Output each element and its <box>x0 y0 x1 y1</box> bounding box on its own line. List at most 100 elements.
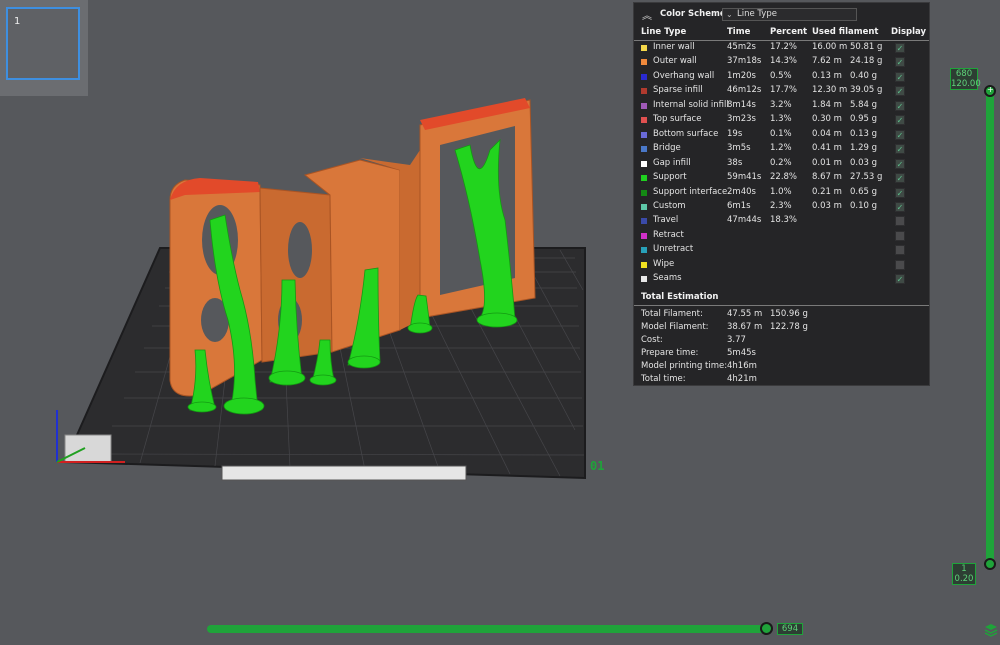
collapse-chevron-icon[interactable]: ︽ <box>642 7 652 22</box>
line-time: 47m44s <box>727 215 762 226</box>
color-swatch <box>641 117 647 124</box>
color-swatch <box>641 131 647 138</box>
line-type-name: Travel <box>653 215 679 226</box>
layer-slider-track[interactable] <box>986 88 994 566</box>
display-checkbox[interactable]: ✓ <box>895 115 905 126</box>
layer-slider-bottom-knob[interactable] <box>984 558 996 570</box>
line-weight: 24.18 g <box>850 56 883 67</box>
line-length: 1.84 m <box>812 99 842 110</box>
line-type-name: Bottom surface <box>653 128 719 139</box>
display-checkbox[interactable]: ✓ <box>895 173 905 184</box>
display-checkbox[interactable]: ✓ <box>895 71 905 82</box>
line-weight: 0.10 g <box>850 200 878 211</box>
total-row: Total time: 4h21m <box>634 374 929 387</box>
line-type-name: Sparse infill <box>653 85 703 96</box>
chevron-down-icon: ⌄ <box>726 10 733 19</box>
line-weight: 1.29 g <box>850 143 878 154</box>
line-type-name: Retract <box>653 229 684 240</box>
line-time: 8m14s <box>727 99 756 110</box>
move-slider-knob[interactable] <box>760 622 773 635</box>
legend-row: Bottom surface 19s 0.1% 0.04 m 0.13 g ✓ <box>634 128 929 142</box>
display-checkbox[interactable]: ✓ <box>895 57 905 68</box>
color-swatch <box>641 160 647 167</box>
line-length: 0.04 m <box>812 128 842 139</box>
line-time: 37m18s <box>727 56 762 67</box>
legend-row: Travel 47m44s 18.3% ✓ <box>634 214 929 228</box>
layers-icon[interactable] <box>984 623 998 637</box>
color-swatch <box>641 218 647 225</box>
line-type-name: Top surface <box>653 114 702 125</box>
display-checkbox[interactable]: ✓ <box>895 274 905 285</box>
line-time: 59m41s <box>727 172 762 183</box>
color-scheme-title: Color Scheme <box>660 9 726 19</box>
display-checkbox[interactable]: ✓ <box>895 216 905 227</box>
line-weight: 0.13 g <box>850 128 878 139</box>
plate-thumbnail[interactable]: 1 <box>0 0 88 96</box>
line-time: 45m2s <box>727 42 756 52</box>
line-percent: 0.1% <box>770 128 792 139</box>
color-scheme-panel: ︽ Color Scheme ⌄ Line Type Line Type Tim… <box>633 2 930 386</box>
total-label: Total time: <box>641 374 686 384</box>
line-length: 0.30 m <box>812 114 842 125</box>
color-swatch <box>641 59 647 66</box>
line-type-name: Unretract <box>653 244 694 255</box>
line-type-name: Wipe <box>653 258 675 269</box>
plate-toolbar <box>221 465 467 481</box>
color-swatch <box>641 146 647 153</box>
total-estimation-title: Total Estimation <box>641 292 719 302</box>
total-value: 4h16m <box>727 361 757 371</box>
line-time: 3m23s <box>727 114 756 125</box>
line-time: 1m20s <box>727 70 756 81</box>
plate-number: 1 <box>14 16 21 27</box>
color-swatch <box>641 203 647 210</box>
color-swatch <box>641 175 647 182</box>
color-swatch <box>641 232 647 239</box>
display-checkbox[interactable]: ✓ <box>895 245 905 256</box>
line-length: 7.62 m <box>812 56 842 67</box>
display-checkbox[interactable]: ✓ <box>895 230 905 241</box>
bottom-layer-height: 0.20 <box>954 574 974 584</box>
line-percent: 1.2% <box>770 143 792 154</box>
line-type-name: Overhang wall <box>653 70 715 81</box>
color-swatch <box>641 88 647 95</box>
top-layer-height: 120.00 <box>951 79 981 89</box>
color-scheme-select[interactable]: ⌄ Line Type <box>722 8 857 21</box>
display-checkbox[interactable]: ✓ <box>895 144 905 155</box>
line-weight: 27.53 g <box>850 172 883 183</box>
legend-row: Inner wall 45m2s 17.2% 16.00 m 50.81 g ✓ <box>634 41 929 55</box>
divider <box>634 305 929 306</box>
legend-row: Sparse infill 46m12s 17.7% 12.30 m 39.05 g ✓ <box>634 84 929 98</box>
line-type-name: Support <box>653 172 687 183</box>
display-checkbox[interactable]: ✓ <box>895 129 905 140</box>
top-layer-number: 680 <box>955 69 973 79</box>
display-checkbox[interactable]: ✓ <box>895 86 905 97</box>
line-time: 19s <box>727 128 743 139</box>
display-checkbox[interactable]: ✓ <box>895 100 905 111</box>
display-checkbox[interactable]: ✓ <box>895 259 905 270</box>
legend-row: Wipe ✓ <box>634 258 929 272</box>
line-percent: 1.0% <box>770 186 792 197</box>
line-time: 6m1s <box>727 200 751 211</box>
line-length: 0.01 m <box>812 157 842 168</box>
move-slider-track[interactable] <box>207 625 772 633</box>
total-label: Model Filament: <box>641 322 709 332</box>
total-label: Total Filament: <box>641 309 703 319</box>
line-length: 16.00 m <box>812 42 848 52</box>
line-length: 0.03 m <box>812 200 842 211</box>
legend-row: Internal solid infill 8m14s 3.2% 1.84 m 5.84… <box>634 99 929 113</box>
display-checkbox[interactable]: ✓ <box>895 43 905 53</box>
line-time: 38s <box>727 157 743 168</box>
color-swatch <box>641 73 647 80</box>
total-label: Prepare time: <box>641 348 699 358</box>
display-checkbox[interactable]: ✓ <box>895 201 905 212</box>
legend-column-headers: Line Type Time Percent Used filament Dis… <box>634 26 929 41</box>
total-extra: 150.96 g <box>770 309 808 319</box>
move-slider-value: 694 <box>777 623 803 635</box>
col-line-type: Line Type <box>641 27 687 37</box>
total-label: Model printing time: <box>641 361 728 371</box>
line-length: 0.21 m <box>812 186 842 197</box>
display-checkbox[interactable]: ✓ <box>895 187 905 198</box>
total-row: Prepare time: 5m45s <box>634 348 929 361</box>
display-checkbox[interactable]: ✓ <box>895 158 905 169</box>
layer-slider-top-knob[interactable]: + <box>984 85 996 97</box>
